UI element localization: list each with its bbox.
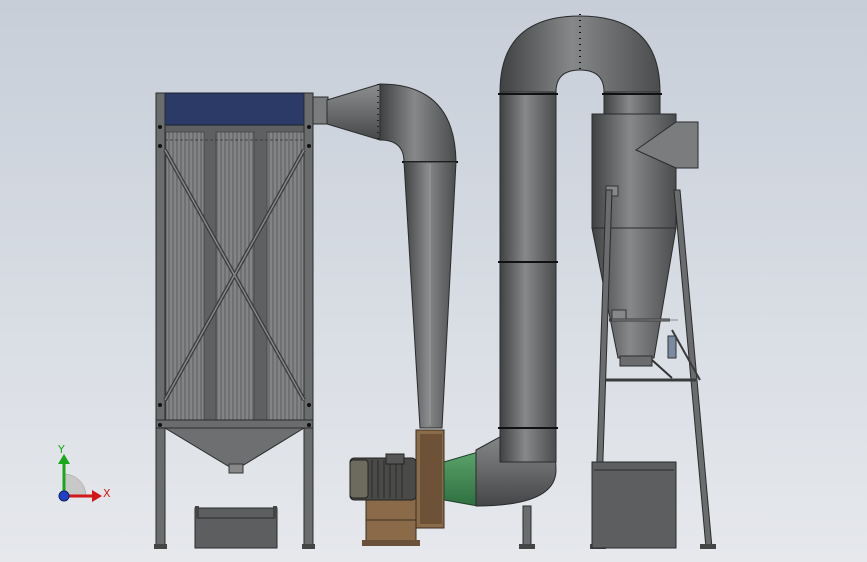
x-axis-label: X (103, 487, 111, 500)
z-axis-dot (58, 490, 70, 502)
baghouse-filter[interactable] (154, 92, 315, 549)
cyclone-collection-bin[interactable] (591, 461, 677, 549)
fan-transition (443, 451, 479, 507)
filter-header (163, 92, 307, 126)
y-axis-label: Y (58, 443, 65, 456)
centrifugal-fan[interactable] (415, 429, 479, 529)
filter-hopper (163, 427, 306, 467)
assembly-drawing (58, 14, 716, 549)
descending-duct[interactable] (403, 161, 457, 429)
filter-leg-left (155, 92, 166, 549)
orientation-triad[interactable] (58, 454, 102, 502)
filter-leg-right (303, 92, 314, 549)
filter-collection-bin[interactable] (194, 506, 278, 549)
fan-motor[interactable] (349, 453, 420, 546)
inlet-duct[interactable] (312, 83, 458, 163)
cad-viewport[interactable]: Y X (0, 0, 867, 562)
